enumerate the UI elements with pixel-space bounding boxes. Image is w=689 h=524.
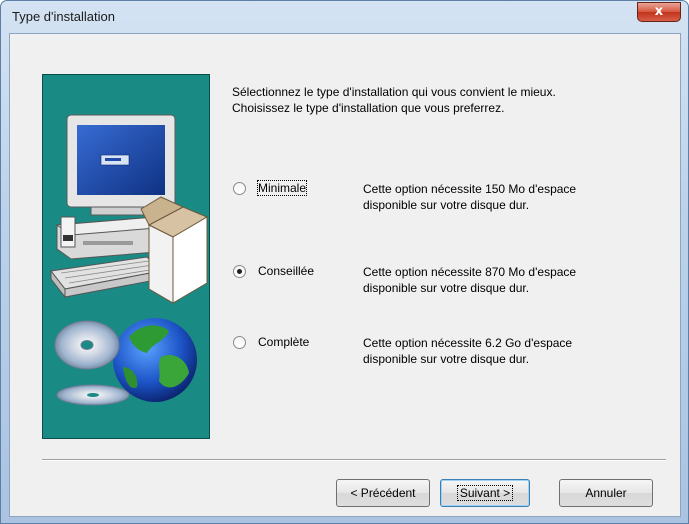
option-desc-line: disponible sur votre disque dur.: [363, 281, 530, 295]
option-desc-line: Cette option nécessite 150 Mo d'espace: [363, 182, 577, 196]
keyboard-icon: [50, 256, 163, 299]
radio-minimale[interactable]: [233, 182, 246, 195]
option-label-conseillee[interactable]: Conseillée: [258, 264, 314, 278]
option-desc-complete: Cette option nécessite 6.2 Go d'espace d…: [363, 335, 663, 367]
radio-conseillee[interactable]: [233, 265, 246, 278]
intro-line-1: Sélectionnez le type d'installation qui …: [232, 85, 556, 99]
intro-line-2: Choisissez le type d'installation que vo…: [232, 101, 505, 115]
option-row-minimale[interactable]: Minimale Cette option nécessite 150 Mo d…: [232, 180, 672, 216]
software-box-icon: [140, 196, 209, 304]
radio-complete[interactable]: [233, 336, 246, 349]
dialog-window: Type d'installation x Sélectionnez le ty…: [0, 0, 689, 524]
option-desc-line: disponible sur votre disque dur.: [363, 352, 530, 366]
option-desc-conseillee: Cette option nécessite 870 Mo d'espace d…: [363, 264, 663, 296]
option-row-conseillee[interactable]: Conseillée Cette option nécessite 870 Mo…: [232, 263, 672, 299]
next-button[interactable]: Suivant >: [440, 479, 530, 507]
option-desc-line: disponible sur votre disque dur.: [363, 198, 530, 212]
option-label-minimale[interactable]: Minimale: [256, 180, 308, 196]
option-label-complete[interactable]: Complète: [258, 335, 309, 349]
computer-globe-cd-illustration-icon: [50, 114, 209, 406]
setup-illustration-panel: [42, 74, 210, 439]
back-button[interactable]: < Précédent: [336, 479, 430, 507]
close-button[interactable]: x: [637, 2, 681, 22]
dialog-client-area: Sélectionnez le type d'installation qui …: [9, 33, 681, 517]
globe-icon: [113, 318, 197, 402]
window-title: Type d'installation: [12, 9, 115, 24]
cancel-button[interactable]: Annuler: [559, 479, 653, 507]
intro-text: Sélectionnez le type d'installation qui …: [232, 84, 672, 116]
title-bar[interactable]: Type d'installation x: [1, 1, 688, 33]
option-desc-line: Cette option nécessite 870 Mo d'espace: [363, 265, 577, 279]
close-icon: x: [654, 4, 664, 19]
option-desc-minimale: Cette option nécessite 150 Mo d'espace d…: [363, 181, 663, 213]
radio-selected-dot: [237, 269, 242, 274]
option-row-complete[interactable]: Complète Cette option nécessite 6.2 Go d…: [232, 334, 672, 370]
next-button-label: Suivant >: [456, 485, 514, 501]
option-desc-line: Cette option nécessite 6.2 Go d'espace: [363, 336, 573, 350]
button-separator: [42, 459, 666, 461]
